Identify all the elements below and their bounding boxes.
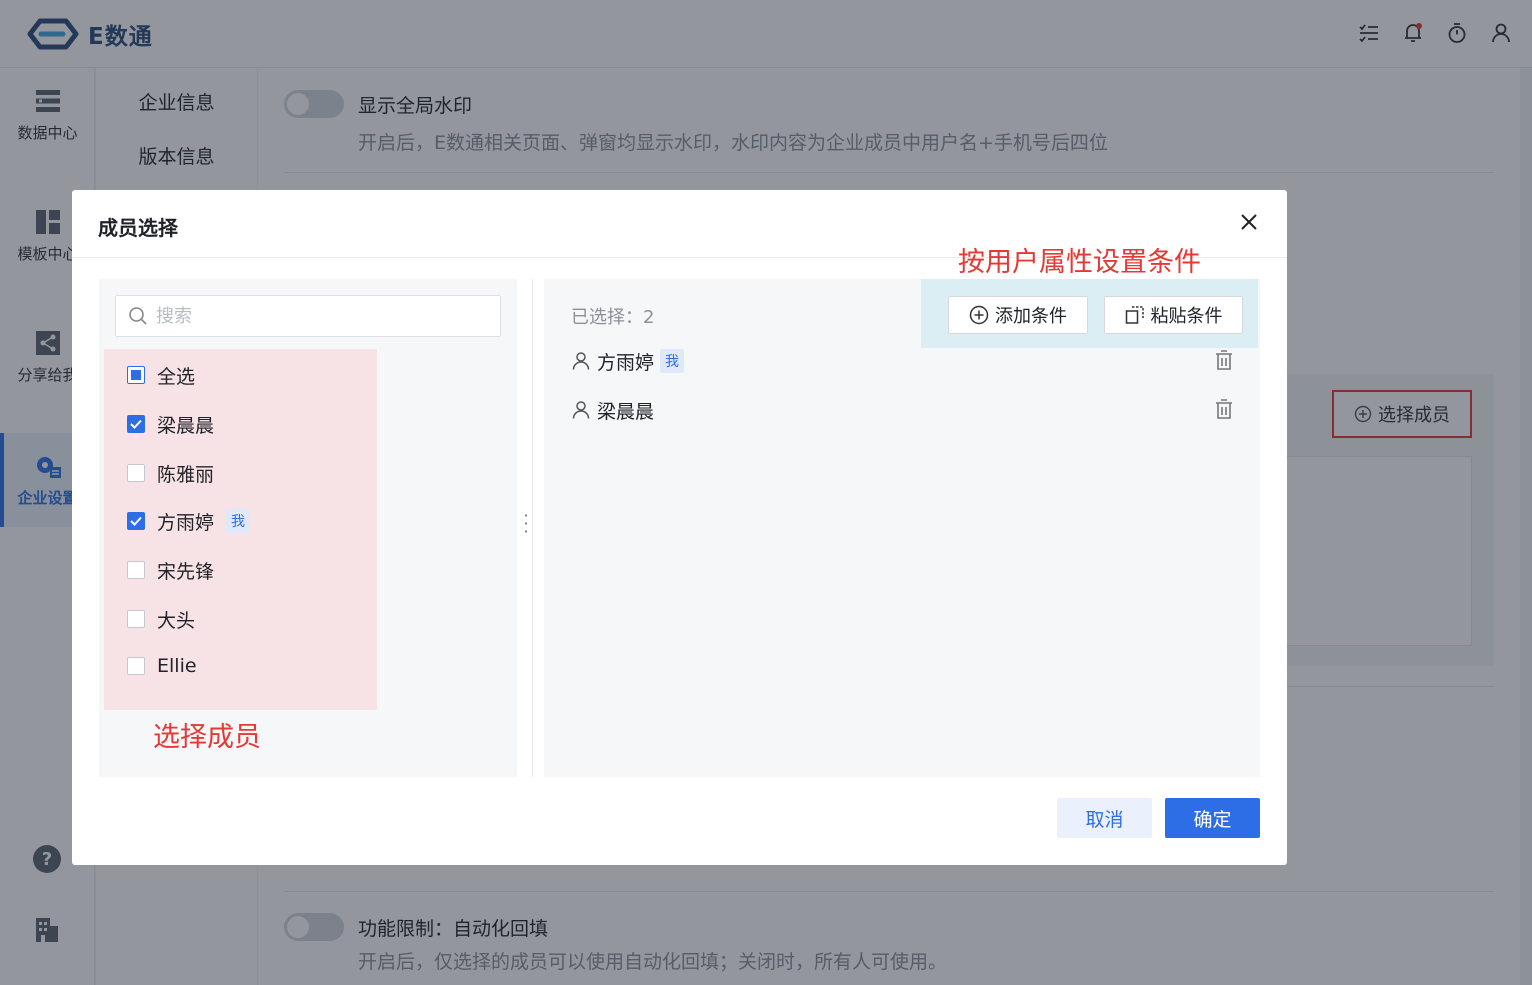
selected-item: 方雨婷 我 — [571, 347, 1236, 375]
select-all-checkbox[interactable] — [127, 366, 145, 384]
drag-handle-icon[interactable]: · · · — [521, 508, 531, 540]
member-checkbox[interactable] — [127, 610, 145, 628]
confirm-button[interactable]: 确定 — [1165, 798, 1260, 838]
search-icon — [129, 307, 147, 325]
selected-pane: 已选择：2 添加条件 粘贴条件 方雨婷 我 梁晨晨 — [544, 279, 1260, 777]
member-row[interactable]: 宋先锋 — [127, 555, 214, 585]
paste-condition-label: 粘贴条件 — [1150, 306, 1223, 327]
annotation-set-conditions: 按用户属性设置条件 — [958, 247, 1201, 278]
dialog-title: 成员选择 — [98, 216, 178, 240]
member-name: 全选 — [157, 365, 196, 388]
member-checkbox[interactable] — [127, 657, 145, 675]
pane-splitter[interactable] — [532, 279, 533, 777]
member-checkbox[interactable] — [127, 561, 145, 579]
member-name: Ellie — [157, 655, 197, 677]
check-icon — [130, 516, 142, 526]
search-input[interactable] — [156, 305, 476, 327]
annotation-select-members: 选择成员 — [153, 722, 261, 753]
member-name: 陈雅丽 — [157, 463, 215, 486]
member-row[interactable]: Ellie — [127, 651, 197, 681]
delete-icon[interactable] — [1214, 398, 1236, 422]
member-pane: 全选 梁晨晨 陈雅丽 方雨婷 我 宋先锋 大头 — [99, 279, 517, 777]
check-icon — [130, 419, 142, 429]
member-name: 大头 — [157, 609, 196, 632]
condition-actions: 添加条件 粘贴条件 — [921, 279, 1258, 348]
member-name: 宋先锋 — [157, 560, 215, 583]
selected-name: 方雨婷 — [597, 351, 655, 374]
selected-count: 已选择：2 — [571, 307, 655, 328]
member-select-dialog: 成员选择 全选 梁晨晨 陈雅丽 方雨婷 我 — [72, 190, 1287, 865]
member-row[interactable]: 陈雅丽 — [127, 458, 214, 488]
member-checkbox[interactable] — [127, 415, 145, 433]
member-row[interactable]: 梁晨晨 — [127, 409, 214, 439]
member-row[interactable]: 方雨婷 我 — [127, 506, 251, 536]
add-condition-button[interactable]: 添加条件 — [948, 296, 1088, 334]
paste-icon — [1125, 306, 1144, 324]
member-list: 全选 梁晨晨 陈雅丽 方雨婷 我 宋先锋 大头 Ellie — [104, 349, 377, 710]
paste-condition-button[interactable]: 粘贴条件 — [1104, 296, 1243, 334]
member-name: 方雨婷 — [157, 511, 215, 534]
user-icon — [572, 401, 590, 419]
close-icon[interactable] — [1237, 210, 1261, 234]
selected-name: 梁晨晨 — [597, 400, 655, 423]
selected-item: 梁晨晨 — [571, 396, 1236, 424]
member-checkbox[interactable] — [127, 512, 145, 530]
user-icon — [572, 352, 590, 370]
me-tag: 我 — [660, 349, 685, 373]
cancel-button[interactable]: 取消 — [1057, 798, 1152, 838]
delete-icon[interactable] — [1214, 349, 1236, 373]
member-row-select-all[interactable]: 全选 — [127, 360, 195, 390]
search-box[interactable] — [115, 295, 501, 337]
member-checkbox[interactable] — [127, 464, 145, 482]
plus-circle-icon — [969, 305, 989, 325]
member-name: 梁晨晨 — [157, 414, 215, 437]
me-tag: 我 — [226, 509, 251, 533]
add-condition-label: 添加条件 — [995, 306, 1067, 327]
member-row[interactable]: 大头 — [127, 604, 195, 634]
